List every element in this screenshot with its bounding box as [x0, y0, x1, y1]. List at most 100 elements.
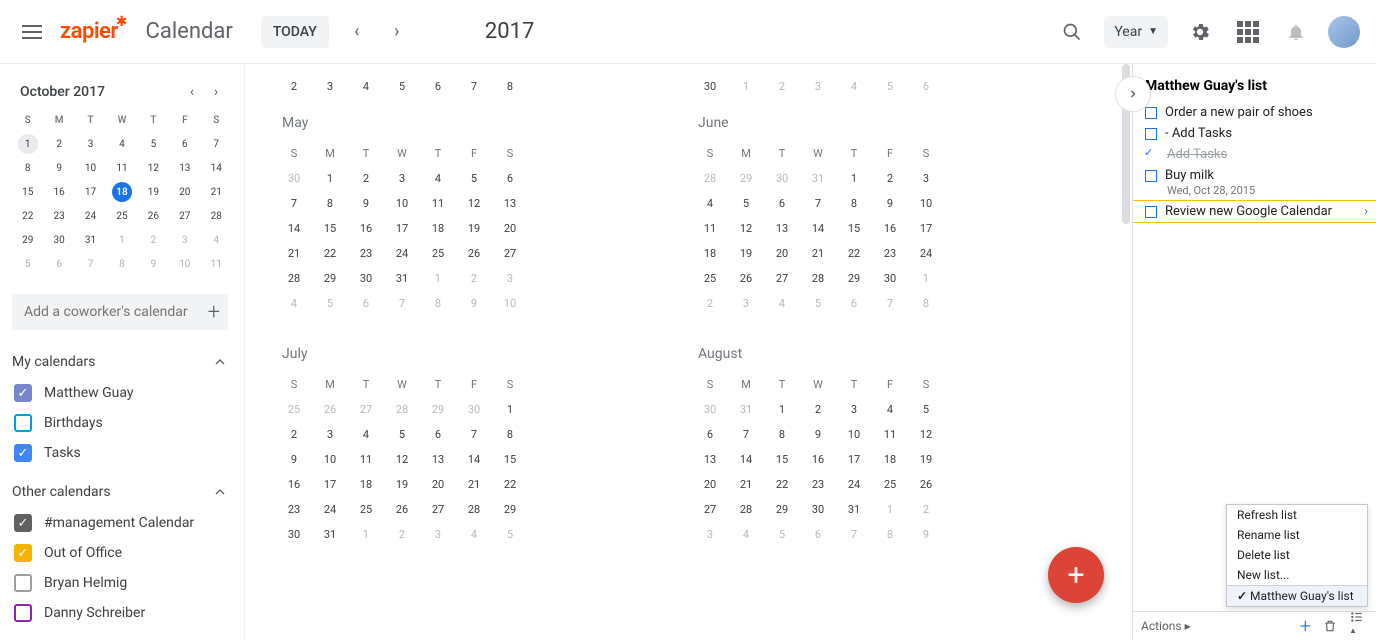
- year-day[interactable]: 9: [800, 422, 836, 447]
- mini-day[interactable]: 27: [169, 204, 200, 228]
- tasks-switch-list-icon[interactable]: ▲: [1346, 610, 1368, 642]
- year-day[interactable]: 21: [800, 241, 836, 266]
- mini-day[interactable]: 4: [201, 228, 232, 252]
- tasks-actions-button[interactable]: Actions ▸: [1141, 619, 1191, 633]
- year-day[interactable]: 28: [728, 497, 764, 522]
- year-day[interactable]: 2: [384, 522, 420, 547]
- mini-day[interactable]: 11: [201, 252, 232, 276]
- year-day[interactable]: 22: [492, 472, 528, 497]
- year-day[interactable]: 14: [800, 216, 836, 241]
- year-day[interactable]: 30: [456, 397, 492, 422]
- year-day[interactable]: 13: [764, 216, 800, 241]
- year-day[interactable]: 15: [836, 216, 872, 241]
- mini-day[interactable]: 3: [169, 228, 200, 252]
- year-day[interactable]: 12: [456, 191, 492, 216]
- year-day[interactable]: 6: [348, 291, 384, 316]
- year-day[interactable]: 1: [836, 166, 872, 191]
- mini-day[interactable]: 5: [138, 132, 169, 156]
- year-day[interactable]: 27: [492, 241, 528, 266]
- add-coworker-input[interactable]: [24, 304, 208, 320]
- year-day[interactable]: 4: [276, 291, 312, 316]
- year-day[interactable]: 25: [692, 266, 728, 291]
- year-day[interactable]: 28: [692, 166, 728, 191]
- tasks-collapse-button[interactable]: [1115, 76, 1151, 112]
- mini-day[interactable]: 5: [12, 252, 43, 276]
- year-day[interactable]: 26: [312, 397, 348, 422]
- calendar-checkbox[interactable]: ✓: [14, 514, 32, 532]
- year-day[interactable]: 8: [312, 191, 348, 216]
- calendar-item[interactable]: ✓ Matthew Guay: [12, 378, 228, 408]
- year-day[interactable]: 28: [384, 397, 420, 422]
- year-day[interactable]: 28: [276, 266, 312, 291]
- task-item[interactable]: Buy milk: [1133, 165, 1376, 186]
- year-day[interactable]: 13: [420, 447, 456, 472]
- year-day[interactable]: 30: [692, 397, 728, 422]
- year-day[interactable]: 4: [456, 522, 492, 547]
- year-day[interactable]: 18: [872, 447, 908, 472]
- year-day[interactable]: 3: [908, 166, 944, 191]
- task-detail-arrow-icon[interactable]: ›: [1364, 204, 1368, 219]
- year-day[interactable]: 7: [276, 191, 312, 216]
- mini-day[interactable]: 2: [43, 132, 74, 156]
- year-day[interactable]: 2: [908, 497, 944, 522]
- mini-day[interactable]: 30: [43, 228, 74, 252]
- year-day[interactable]: 5: [728, 191, 764, 216]
- calendar-checkbox[interactable]: ✓: [14, 444, 32, 462]
- year-day[interactable]: 3: [420, 522, 456, 547]
- year-day[interactable]: 2: [872, 166, 908, 191]
- year-day[interactable]: 12: [384, 447, 420, 472]
- year-day[interactable]: 14: [456, 447, 492, 472]
- search-icon[interactable]: [1052, 12, 1092, 52]
- year-day[interactable]: 16: [800, 447, 836, 472]
- year-day[interactable]: 23: [276, 497, 312, 522]
- year-day[interactable]: 7: [872, 291, 908, 316]
- year-day[interactable]: 21: [728, 472, 764, 497]
- year-day[interactable]: 20: [420, 472, 456, 497]
- year-day[interactable]: 30: [872, 266, 908, 291]
- year-day[interactable]: 29: [420, 397, 456, 422]
- year-day[interactable]: 2: [764, 74, 800, 99]
- year-day[interactable]: 21: [276, 241, 312, 266]
- year-day[interactable]: 25: [872, 472, 908, 497]
- year-day[interactable]: 6: [908, 74, 944, 99]
- year-day[interactable]: 30: [348, 266, 384, 291]
- year-day[interactable]: 24: [384, 241, 420, 266]
- year-day[interactable]: 8: [420, 291, 456, 316]
- year-day[interactable]: 1: [872, 497, 908, 522]
- year-day[interactable]: 16: [348, 216, 384, 241]
- year-day[interactable]: 7: [836, 522, 872, 547]
- year-day[interactable]: 2: [800, 397, 836, 422]
- year-day[interactable]: 4: [348, 74, 384, 99]
- year-day[interactable]: 18: [420, 216, 456, 241]
- year-day[interactable]: 13: [692, 447, 728, 472]
- year-day[interactable]: 26: [384, 497, 420, 522]
- add-coworker-field[interactable]: +: [12, 294, 228, 330]
- mini-day[interactable]: 7: [75, 252, 106, 276]
- year-day[interactable]: 30: [276, 522, 312, 547]
- year-day[interactable]: 1: [312, 166, 348, 191]
- year-day[interactable]: 4: [728, 522, 764, 547]
- task-checkbox[interactable]: [1145, 170, 1157, 182]
- year-day[interactable]: 15: [492, 447, 528, 472]
- year-day[interactable]: 8: [492, 422, 528, 447]
- calendar-item[interactable]: ✓ Out of Office: [12, 538, 228, 568]
- calendar-item[interactable]: Danny Schreiber: [12, 598, 228, 628]
- create-event-fab[interactable]: +: [1048, 547, 1104, 603]
- mini-day[interactable]: 11: [106, 156, 137, 180]
- year-day[interactable]: 29: [764, 497, 800, 522]
- apps-grid-icon[interactable]: [1228, 12, 1268, 52]
- mini-prev-button[interactable]: ‹: [180, 84, 204, 100]
- prev-period-button[interactable]: ‹: [337, 12, 377, 52]
- year-day[interactable]: 11: [872, 422, 908, 447]
- year-day[interactable]: 31: [800, 166, 836, 191]
- year-day[interactable]: 8: [492, 74, 528, 99]
- year-day[interactable]: 23: [872, 241, 908, 266]
- calendar-item[interactable]: ✓ #management Calendar: [12, 508, 228, 538]
- year-day[interactable]: 17: [312, 472, 348, 497]
- mini-day[interactable]: 24: [75, 204, 106, 228]
- year-day[interactable]: 1: [492, 397, 528, 422]
- mini-day[interactable]: 4: [106, 132, 137, 156]
- year-day[interactable]: 1: [908, 266, 944, 291]
- mini-next-button[interactable]: ›: [204, 84, 228, 100]
- year-day[interactable]: 3: [836, 397, 872, 422]
